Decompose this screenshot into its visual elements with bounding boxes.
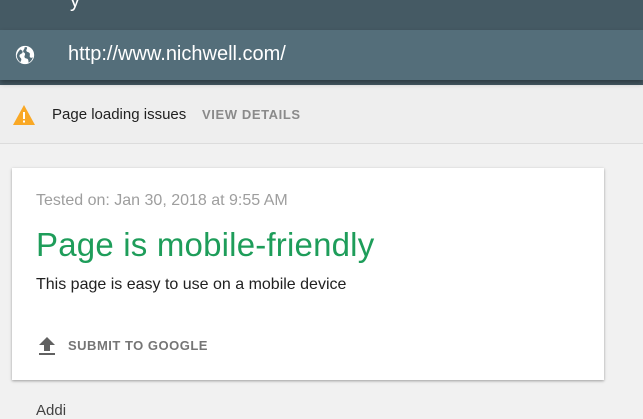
app-title: y [70,0,81,12]
result-description: This page is easy to use on a mobile dev… [36,276,347,293]
submit-to-google-button[interactable]: SUBMIT TO GOOGLE [36,332,207,360]
loading-issues-text: Page loading issues [52,106,187,123]
submit-button-label: SUBMIT TO GOOGLE [68,338,208,353]
result-title: Page is mobile-friendly [36,226,375,263]
warning-icon [13,105,35,125]
loading-issues-banner: Page loading issues VIEW DETAILS [0,85,643,144]
url-bar: http://www.nichwell.com/ [0,30,643,80]
additional-section-heading: Addi [36,402,67,419]
upload-icon [39,337,55,355]
url-text[interactable]: http://www.nichwell.com/ [68,43,286,66]
globe-icon [15,45,35,65]
view-details-link[interactable]: VIEW DETAILS [202,107,301,122]
app-header: y [0,0,643,30]
result-card: Tested on: Jan 30, 2018 at 9:55 AM Page … [12,168,604,380]
tested-on-timestamp: Tested on: Jan 30, 2018 at 9:55 AM [36,192,288,209]
